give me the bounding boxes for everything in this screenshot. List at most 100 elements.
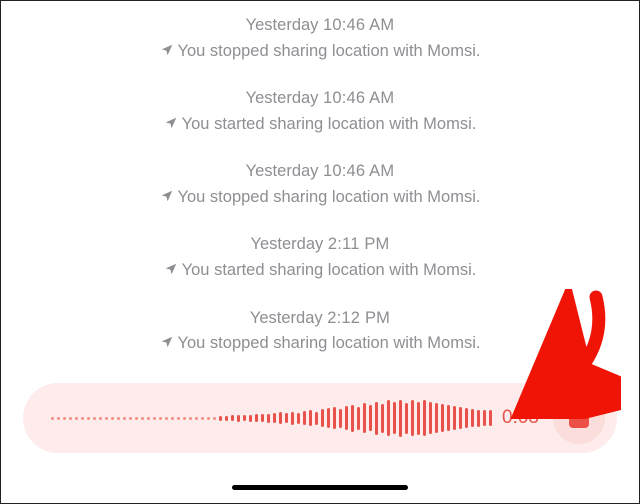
- status-timestamp: Yesterday 2:12 PM: [1, 306, 639, 332]
- waveform-sample: [255, 414, 258, 422]
- location-arrow-icon: [160, 43, 174, 57]
- waveform-sample: [267, 414, 270, 423]
- location-arrow-icon: [160, 189, 174, 203]
- status-message-text: You started sharing location with Momsi.: [182, 261, 477, 279]
- waveform-sample: [441, 404, 444, 432]
- waveform-sample: [465, 408, 468, 428]
- waveform-sample: [291, 412, 294, 425]
- waveform-sample: [357, 407, 360, 430]
- waveform-sample: [381, 404, 384, 433]
- waveform-sample: [321, 409, 324, 427]
- status-event: Yesterday 10:46 AM You stopped sharing lo…: [1, 13, 639, 64]
- waveform-sample: [141, 417, 144, 420]
- waveform-sample: [489, 410, 492, 426]
- waveform-sample: [135, 417, 138, 420]
- waveform-sample: [339, 409, 342, 428]
- waveform-sample: [123, 417, 126, 420]
- stop-recording-button[interactable]: [553, 392, 605, 444]
- status-timestamp-day: Yesterday: [250, 309, 323, 327]
- status-message-line: You stopped sharing location with Momsi.: [1, 39, 639, 65]
- status-message-line: You started sharing location with Momsi.: [1, 112, 639, 138]
- waveform-sample: [129, 417, 132, 420]
- waveform-sample: [63, 417, 66, 420]
- waveform-sample: [201, 417, 204, 420]
- waveform-sample: [111, 417, 114, 420]
- waveform-sample: [243, 415, 246, 421]
- waveform-sample: [177, 417, 180, 420]
- waveform-sample: [303, 411, 306, 425]
- waveform-sample: [393, 402, 396, 434]
- waveform-sample: [249, 415, 252, 422]
- home-indicator[interactable]: [232, 485, 408, 491]
- waveform-sample: [153, 417, 156, 420]
- waveform-sample: [327, 408, 330, 428]
- status-message-text: You stopped sharing location with Momsi.: [178, 188, 481, 206]
- waveform-sample: [483, 410, 486, 426]
- waveform-sample: [219, 416, 222, 421]
- waveform-sample: [435, 403, 438, 433]
- waveform-sample: [345, 406, 348, 430]
- waveform-sample: [399, 400, 402, 437]
- status-timestamp: Yesterday 10:46 AM: [1, 86, 639, 112]
- waveform-sample: [105, 417, 108, 420]
- waveform-sample: [459, 407, 462, 429]
- waveform-sample: [189, 417, 192, 420]
- waveform-sample: [447, 405, 450, 431]
- status-timestamp: Yesterday 10:46 AM: [1, 13, 639, 39]
- waveform-sample: [69, 417, 72, 420]
- waveform-sample: [213, 417, 216, 420]
- status-message-line: You started sharing location with Momsi.: [1, 258, 639, 284]
- status-event: Yesterday 10:46 AM You started sharing lo…: [1, 86, 639, 137]
- status-message-text: You stopped sharing location with Momsi.: [178, 42, 481, 60]
- status-message-line: You stopped sharing location with Momsi.: [1, 185, 639, 211]
- waveform-sample: [81, 417, 84, 420]
- location-arrow-icon: [160, 335, 174, 349]
- status-timestamp-time: 2:12 PM: [327, 309, 390, 327]
- waveform-sample: [429, 402, 432, 434]
- stop-icon: [569, 408, 589, 428]
- waveform-sample: [297, 413, 300, 424]
- status-message-line: You stopped sharing location with Momsi.: [1, 331, 639, 357]
- status-timestamp-time: 10:46 AM: [323, 89, 394, 107]
- waveform-sample: [417, 402, 420, 435]
- waveform-sample: [477, 410, 480, 427]
- status-message-text: You stopped sharing location with Momsi.: [178, 334, 481, 352]
- status-timestamp-day: Yesterday: [246, 162, 319, 180]
- status-timestamp: Yesterday 2:11 PM: [1, 232, 639, 258]
- waveform-sample: [87, 417, 90, 420]
- waveform-sample: [195, 417, 198, 420]
- waveform-sample: [261, 414, 264, 422]
- waveform-sample: [423, 400, 426, 436]
- status-timestamp: Yesterday 10:46 AM: [1, 159, 639, 185]
- waveform-sample: [471, 409, 474, 427]
- location-arrow-icon: [164, 262, 178, 276]
- status-event: Yesterday 10:46 AM You stopped sharing lo…: [1, 159, 639, 210]
- waveform-sample: [57, 417, 60, 420]
- recording-elapsed-time: 0:03: [502, 407, 539, 429]
- status-event: Yesterday 2:12 PM You stopped sharing loc…: [1, 306, 639, 357]
- waveform-sample: [273, 413, 276, 423]
- waveform-sample: [375, 402, 378, 435]
- waveform-sample: [75, 417, 78, 420]
- status-timestamp-time: 10:46 AM: [323, 162, 394, 180]
- waveform-sample: [231, 415, 234, 421]
- status-timestamp-day: Yesterday: [246, 89, 319, 107]
- waveform-sample: [165, 417, 168, 420]
- waveform-sample: [333, 407, 336, 429]
- audio-waveform: [51, 398, 492, 438]
- waveform-sample: [369, 405, 372, 431]
- waveform-sample: [363, 403, 366, 433]
- waveform-sample: [309, 410, 312, 426]
- waveform-sample: [183, 417, 186, 420]
- waveform-sample: [99, 417, 102, 420]
- waveform-sample: [93, 417, 96, 420]
- waveform-sample: [279, 412, 282, 424]
- status-timestamp-day: Yesterday: [246, 16, 319, 34]
- location-status-list: Yesterday 10:46 AM You stopped sharing lo…: [1, 1, 639, 357]
- waveform-sample: [117, 417, 120, 420]
- waveform-sample: [159, 417, 162, 420]
- waveform-sample: [171, 417, 174, 420]
- waveform-sample: [285, 413, 288, 423]
- status-message-text: You started sharing location with Momsi.: [182, 115, 477, 133]
- status-event: Yesterday 2:11 PM You started sharing loc…: [1, 232, 639, 283]
